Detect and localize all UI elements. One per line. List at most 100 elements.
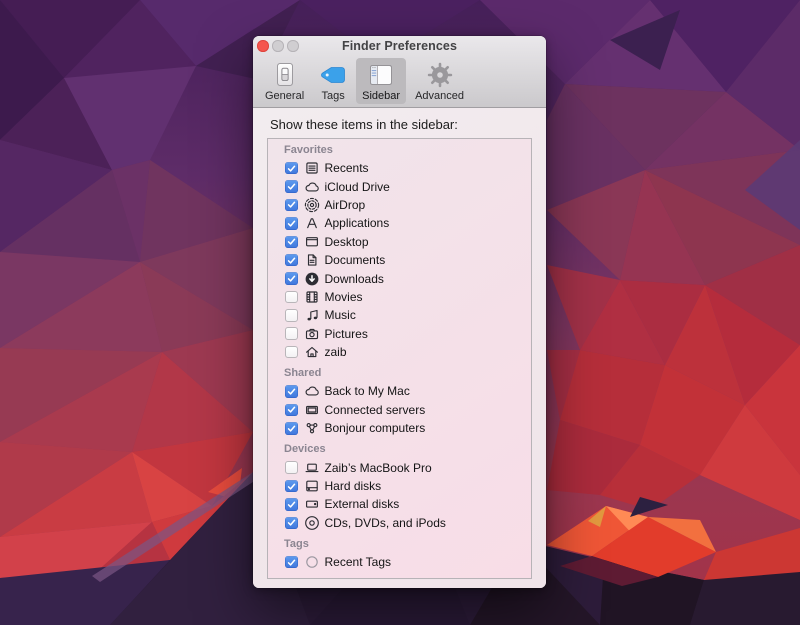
sidebar-item-label: Recents (325, 161, 369, 175)
checkbox-checked[interactable] (285, 254, 298, 267)
sidebar-item-label: Recent Tags (325, 555, 392, 569)
checkbox-unchecked[interactable] (285, 309, 298, 322)
checkbox-checked[interactable] (285, 422, 298, 435)
sidebar-item-back-to-my-mac[interactable]: Back to My Mac (268, 382, 531, 400)
sidebar-item-bonjour-computers[interactable]: Bonjour computers (268, 419, 531, 437)
sidebar-item-label: Movies (325, 290, 363, 304)
window-title: Finder Preferences (342, 39, 457, 53)
tag-circle-icon (304, 554, 320, 570)
pictures-icon (304, 326, 320, 342)
section-favorites: Favorites Recents iCloud Drive AirDrop Appli… (268, 144, 531, 361)
sidebar-item-label: Downloads (325, 272, 384, 286)
section-devices: Devices Zaib’s MacBook Pro Hard disks Exter… (268, 443, 531, 532)
checkbox-checked[interactable] (285, 217, 298, 230)
checkbox-checked[interactable] (285, 556, 298, 569)
sidebar-item-airdrop[interactable]: AirDrop (268, 196, 531, 214)
section-title: Shared (284, 367, 531, 380)
tag-icon (319, 61, 347, 89)
sidebar-item-recent-tags[interactable]: Recent Tags (268, 553, 531, 571)
sidebar-item-label: Back to My Mac (325, 384, 410, 398)
toolbar-tab-label: Sidebar (362, 90, 400, 102)
checkbox-unchecked[interactable] (285, 346, 298, 359)
general-switch-icon (271, 61, 299, 89)
checkbox-checked[interactable] (285, 272, 298, 285)
sidebar-item-external-disks[interactable]: External disks (268, 495, 531, 513)
applications-icon (304, 215, 320, 231)
home-icon (304, 344, 320, 360)
checkbox-checked[interactable] (285, 180, 298, 193)
sidebar-item-hard-disks[interactable]: Hard disks (268, 477, 531, 495)
movies-icon (304, 289, 320, 305)
section-title: Devices (284, 443, 531, 456)
sidebar-item-label: Hard disks (325, 479, 382, 493)
downloads-icon (304, 271, 320, 287)
traffic-lights (257, 40, 299, 52)
gear-icon (426, 61, 454, 89)
bonjour-icon (304, 420, 320, 436)
section-title: Favorites (284, 144, 531, 157)
recents-icon (304, 160, 320, 176)
toolbar-tab-tags[interactable]: Tags (313, 58, 353, 104)
sidebar-item-zaib[interactable]: zaib (268, 343, 531, 361)
preferences-toolbar: GeneralTags Sidebar Advanced (253, 56, 546, 104)
toolbar-tab-advanced[interactable]: Advanced (409, 58, 470, 104)
sidebar-item-documents[interactable]: Documents (268, 251, 531, 269)
sidebar-item-label: Documents (325, 253, 386, 267)
documents-icon (304, 252, 320, 268)
toolbar-tab-general[interactable]: General (259, 58, 310, 104)
checkbox-checked[interactable] (285, 162, 298, 175)
close-button[interactable] (257, 40, 269, 52)
minimize-button[interactable] (272, 40, 284, 52)
sidebar-item-music[interactable]: Music (268, 306, 531, 324)
sidebar-item-downloads[interactable]: Downloads (268, 269, 531, 287)
titlebar[interactable]: Finder Preferences (253, 36, 546, 56)
window-content: Show these items in the sidebar: Favorit… (253, 108, 546, 588)
sidebar-item-label: Bonjour computers (325, 421, 426, 435)
sidebar-item-label: Zaib’s MacBook Pro (325, 461, 432, 475)
sidebar-panel-icon (367, 61, 395, 89)
sidebar-item-label: zaib (325, 345, 347, 359)
sidebar-item-pictures[interactable]: Pictures (268, 325, 531, 343)
sidebar-heading: Show these items in the sidebar: (270, 117, 532, 132)
sidebar-item-label: AirDrop (325, 198, 366, 212)
checkbox-unchecked[interactable] (285, 291, 298, 304)
laptop-icon (304, 460, 320, 476)
checkbox-checked[interactable] (285, 199, 298, 212)
checkbox-checked[interactable] (285, 498, 298, 511)
internal-drive-icon (304, 478, 320, 494)
toolbar-tab-sidebar[interactable]: Sidebar (356, 58, 406, 104)
external-drive-icon (304, 496, 320, 512)
zoom-button[interactable] (287, 40, 299, 52)
sidebar-item-connected-servers[interactable]: Connected servers (268, 401, 531, 419)
server-display-icon (304, 402, 320, 418)
checkbox-checked[interactable] (285, 385, 298, 398)
sidebar-item-label: iCloud Drive (325, 180, 390, 194)
checkbox-checked[interactable] (285, 480, 298, 493)
sidebar-item-cds-dvds-and-ipods[interactable]: CDs, DVDs, and iPods (268, 514, 531, 532)
sidebar-items-box: Favorites Recents iCloud Drive AirDrop Appli… (267, 138, 532, 579)
checkbox-checked[interactable] (285, 236, 298, 249)
music-icon (304, 307, 320, 323)
window-header: Finder Preferences GeneralTags Sidebar Adv… (253, 36, 546, 108)
section-tags: TagsRecent Tags (268, 538, 531, 571)
sidebar-item-label: CDs, DVDs, and iPods (325, 516, 446, 530)
sidebar-item-movies[interactable]: Movies (268, 288, 531, 306)
sidebar-item-icloud-drive[interactable]: iCloud Drive (268, 177, 531, 195)
sidebar-item-desktop[interactable]: Desktop (268, 233, 531, 251)
sidebar-item-recents[interactable]: Recents (268, 159, 531, 177)
checkbox-checked[interactable] (285, 517, 298, 530)
sidebar-item-label: Connected servers (325, 403, 426, 417)
checkbox-checked[interactable] (285, 404, 298, 417)
cloud-icon (304, 383, 320, 399)
sidebar-item-applications[interactable]: Applications (268, 214, 531, 232)
sidebar-item-zaib-s-macbook-pro[interactable]: Zaib’s MacBook Pro (268, 458, 531, 476)
checkbox-unchecked[interactable] (285, 327, 298, 340)
section-shared: Shared Back to My Mac Connected servers Bon… (268, 367, 531, 437)
sidebar-item-label: Desktop (325, 235, 369, 249)
sidebar-item-label: Music (325, 308, 356, 322)
cloud-icon (304, 179, 320, 195)
toolbar-tab-label: Advanced (415, 90, 464, 102)
sidebar-item-label: Applications (325, 216, 390, 230)
desktop-icon (304, 234, 320, 250)
checkbox-unchecked[interactable] (285, 461, 298, 474)
